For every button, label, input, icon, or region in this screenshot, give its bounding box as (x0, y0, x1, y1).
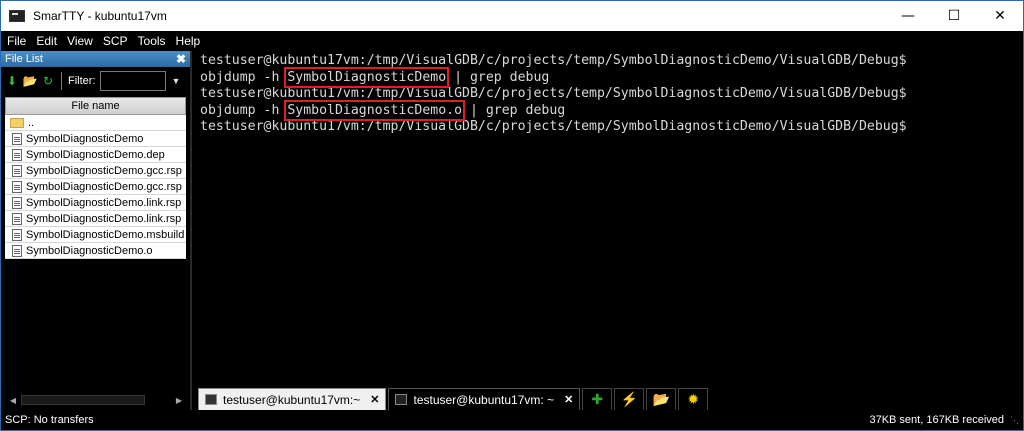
tab-session-2[interactable]: testuser@kubuntu17vm: ~ ✕ (388, 388, 581, 410)
shell-prompt: testuser@kubuntu17vm:/tmp/VisualGDB/c/pr… (200, 86, 907, 102)
file-icon (12, 132, 22, 145)
tab-session-1[interactable]: testuser@kubuntu17vm:~ ✕ (198, 388, 387, 410)
lightning-icon: ⚡ (620, 391, 639, 407)
list-item[interactable]: SymbolDiagnosticDemo.dep (5, 147, 186, 163)
refresh-icon[interactable]: ↻ (41, 74, 55, 88)
close-tab-icon[interactable]: ✕ (370, 393, 379, 406)
shell-prompt: testuser@kubuntu17vm:/tmp/VisualGDB/c/pr… (200, 119, 907, 135)
terminal-output[interactable]: testuser@kubuntu17vm:/tmp/VisualGDB/c/pr… (194, 51, 1023, 385)
scp-status: SCP: No transfers (5, 414, 94, 426)
file-name: SymbolDiagnosticDemo.gcc.rsp (26, 164, 182, 177)
list-item[interactable]: SymbolDiagnosticDemo.link.rsp (5, 211, 186, 227)
smartty-window: SmarTTY - kubuntu17vm — ☐ ✕ File Edit Vi… (0, 0, 1024, 431)
terminal-app-icon (9, 10, 25, 22)
folder-open-icon[interactable]: 📂 (23, 74, 38, 88)
file-icon (12, 148, 22, 161)
highlighted-filename: SymbolDiagnosticDemo (284, 66, 450, 88)
file-list-header: File List ✖ (1, 51, 190, 67)
file-name: SymbolDiagnosticDemo.dep (26, 148, 165, 161)
close-icon[interactable]: ✖ (176, 52, 186, 66)
tab-label: testuser@kubuntu17vm: ~ (413, 392, 555, 407)
file-icon (12, 164, 22, 177)
file-name: SymbolDiagnosticDemo.link.rsp (26, 196, 182, 209)
resize-grip-icon[interactable]: ⋱ (1010, 415, 1019, 425)
gear-sun-icon: ✹ (687, 391, 700, 407)
menu-edit[interactable]: Edit (30, 34, 61, 48)
close-tab-icon[interactable]: ✕ (564, 393, 573, 406)
scrollbar-thumb[interactable] (21, 395, 145, 405)
file-icon (12, 228, 22, 241)
file-name: SymbolDiagnosticDemo.link.rsp (26, 212, 182, 225)
terminal-icon (205, 394, 217, 405)
command-prefix: objdump -h (200, 102, 288, 118)
list-item[interactable]: .. (5, 115, 186, 131)
scroll-left-icon[interactable]: ◀ (5, 392, 21, 408)
menu-view[interactable]: View (61, 34, 97, 48)
plus-icon: ✚ (591, 391, 604, 407)
list-item[interactable]: SymbolDiagnosticDemo.link.rsp (5, 195, 186, 211)
folder-open-icon: 📂 (652, 391, 671, 407)
minimize-button[interactable]: — (885, 1, 931, 31)
list-item[interactable]: SymbolDiagnosticDemo.gcc.rsp (5, 179, 186, 195)
title-bar[interactable]: SmarTTY - kubuntu17vm — ☐ ✕ (1, 1, 1023, 31)
shell-prompt: testuser@kubuntu17vm:/tmp/VisualGDB/c/pr… (200, 53, 907, 68)
file-name: SymbolDiagnosticDemo.gcc.rsp (26, 180, 182, 193)
toolbar-overflow-icon[interactable]: ▼ (172, 76, 181, 86)
list-item[interactable]: SymbolDiagnosticDemo.gcc.rsp (5, 163, 186, 179)
tab-label: testuser@kubuntu17vm:~ (223, 392, 361, 407)
file-list-toolbar: ⬇ 📂 ↻ Filter: ▼ (1, 67, 190, 95)
file-name: .. (28, 116, 35, 129)
menu-scp[interactable]: SCP (97, 34, 132, 48)
folder-icon (10, 117, 24, 128)
toolbar-divider (61, 72, 62, 90)
file-name: SymbolDiagnosticDemo (26, 132, 144, 145)
menu-help[interactable]: Help (170, 34, 205, 48)
quick-command-button[interactable]: ⚡ (614, 388, 645, 410)
terminal-line: testuser@kubuntu17vm:/tmp/VisualGDB/c/pr… (200, 119, 1023, 136)
file-list: .. SymbolDiagnosticDemo SymbolDiagnostic… (5, 115, 186, 259)
highlighted-filename: SymbolDiagnosticDemo.o (284, 99, 466, 121)
command-suffix: | grep debug (462, 102, 566, 118)
list-item[interactable]: SymbolDiagnosticDemo (5, 131, 186, 147)
list-item[interactable]: SymbolDiagnosticDemo.o (5, 243, 186, 259)
open-folder-button[interactable]: 📂 (646, 388, 677, 410)
menu-file[interactable]: File (1, 34, 30, 48)
window-controls: — ☐ ✕ (885, 1, 1023, 31)
terminal-line: testuser@kubuntu17vm:/tmp/VisualGDB/c/pr… (200, 53, 1023, 70)
new-tab-button[interactable]: ✚ (582, 388, 613, 410)
terminal-line: objdump -h SymbolDiagnosticDemo | grep d… (200, 66, 1023, 88)
command-prefix: objdump -h (200, 69, 288, 85)
list-item[interactable]: SymbolDiagnosticDemo.msbuild (5, 227, 186, 243)
menu-bar: File Edit View SCP Tools Help (1, 31, 1023, 51)
terminal-icon (395, 394, 408, 405)
transfer-stats-wrap: 37KB sent, 167KB received ⋱ (869, 414, 1019, 426)
terminal-line: objdump -h SymbolDiagnosticDemo.o | grep… (200, 99, 1023, 121)
file-name-column-header[interactable]: File name (5, 97, 186, 115)
menu-tools[interactable]: Tools (132, 34, 170, 48)
file-icon (12, 244, 22, 257)
settings-button[interactable]: ✹ (678, 388, 709, 410)
close-button[interactable]: ✕ (977, 1, 1023, 31)
window-title: SmarTTY - kubuntu17vm (33, 9, 167, 23)
file-icon (12, 212, 22, 225)
status-bar: SCP: No transfers 37KB sent, 167KB recei… (1, 410, 1023, 430)
filter-label: Filter: (68, 75, 96, 87)
scroll-right-icon[interactable]: ▶ (171, 392, 187, 408)
file-name: SymbolDiagnosticDemo.o (26, 244, 153, 257)
command-suffix: | grep debug (446, 69, 550, 85)
download-icon[interactable]: ⬇ (5, 74, 19, 88)
file-icon (12, 180, 22, 193)
session-tabs-bar: testuser@kubuntu17vm:~ ✕ testuser@kubunt… (194, 385, 1023, 410)
file-list-title: File List (5, 53, 43, 65)
file-icon (12, 196, 22, 209)
horizontal-scrollbar[interactable]: ◀ ▶ (5, 392, 187, 408)
terminal-line: testuser@kubuntu17vm:/tmp/VisualGDB/c/pr… (200, 86, 1023, 103)
file-name: SymbolDiagnosticDemo.msbuild (26, 228, 185, 241)
maximize-button[interactable]: ☐ (931, 1, 977, 31)
file-list-panel: File List ✖ ⬇ 📂 ↻ Filter: ▼ File name ..… (1, 51, 192, 410)
filter-input[interactable] (99, 71, 166, 91)
transfer-stats: 37KB sent, 167KB received (869, 414, 1004, 426)
scrollbar-track[interactable] (21, 392, 171, 408)
